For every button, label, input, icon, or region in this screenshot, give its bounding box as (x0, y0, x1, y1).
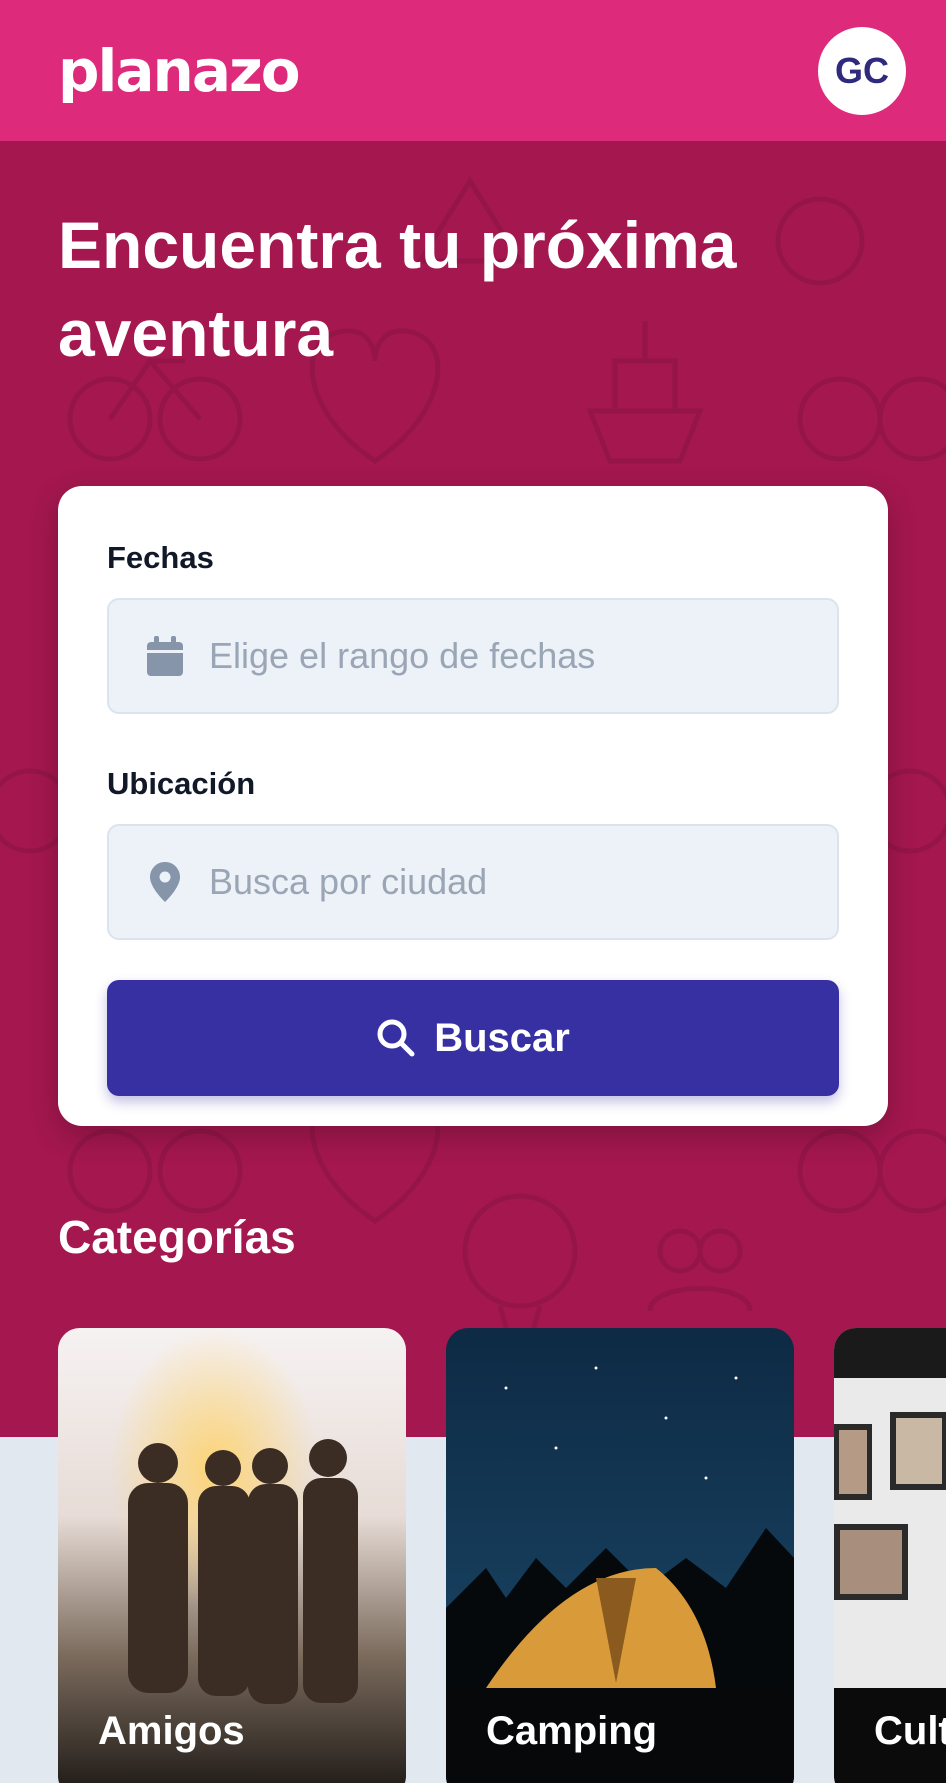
search-icon (377, 1019, 415, 1057)
bicycle-icon-2 (797, 376, 946, 462)
category-label: Camping (486, 1709, 658, 1753)
location-label: Ubicación (107, 766, 256, 801)
app-logo[interactable]: planazo (58, 37, 301, 105)
search-button-label: Buscar (434, 1015, 570, 1060)
category-label: Amigos (98, 1709, 245, 1753)
top-bar: planazo GC (0, 0, 946, 141)
calendar-icon (145, 634, 185, 678)
location-input[interactable]: Busca por ciudad (107, 824, 839, 940)
category-label: Cult (874, 1709, 946, 1753)
location-pin-icon (145, 860, 185, 904)
category-card-cultura[interactable]: Cult (834, 1328, 946, 1783)
search-button[interactable]: Buscar (107, 980, 839, 1096)
balloon-icon (462, 1193, 578, 1344)
hero-headline: Encuentra tu próxima aventura (58, 208, 737, 370)
date-range-input[interactable]: Elige el rango de fechas (107, 598, 839, 714)
date-range-placeholder: Elige el rango de fechas (209, 635, 596, 676)
people-icon (647, 1228, 753, 1312)
search-card: Fechas Elige el rango de fechas Ubicació… (58, 486, 888, 1126)
dates-label: Fechas (107, 540, 214, 575)
category-card-amigos[interactable]: Amigos (58, 1328, 406, 1783)
categories-title: Categorías (58, 1211, 296, 1263)
location-placeholder: Busca por ciudad (209, 861, 488, 902)
category-card-camping[interactable]: Camping (446, 1328, 794, 1783)
user-avatar[interactable]: GC (818, 26, 906, 115)
